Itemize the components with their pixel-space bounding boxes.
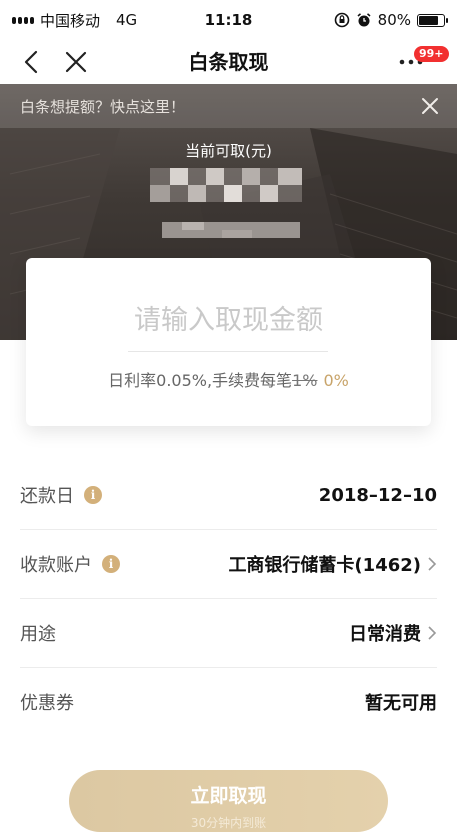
purpose-row[interactable]: 用途 日常消费 (20, 599, 437, 668)
coupon-row: 优惠券 暂无可用 (20, 668, 437, 736)
rate-info: 日利率0.05%,手续费每笔1% 0% (26, 367, 431, 391)
purpose-label: 用途 (20, 624, 56, 645)
rate-prefix: 日利率0.05%,手续费每笔 (108, 371, 293, 390)
info-icon[interactable]: i (102, 555, 120, 573)
purpose-right: 日常消费 (349, 620, 437, 646)
repayment-date-value: 2018–12–10 (318, 484, 437, 506)
receiving-account-label: 收款账户 (20, 555, 92, 576)
purpose-left: 用途 (20, 620, 56, 646)
repayment-date-label: 还款日 (20, 486, 74, 507)
purpose-value: 日常消费 (349, 624, 421, 645)
back-arrow-icon[interactable] (18, 48, 46, 76)
status-right: 80% (334, 11, 448, 29)
signal-icon (12, 16, 34, 24)
network-type: 4G (116, 11, 138, 29)
coupon-left: 优惠券 (20, 689, 74, 715)
nav-bar: 白条取现 99+ (0, 40, 457, 84)
chevron-right-icon (428, 557, 437, 571)
repayment-date-row: 还款日 i 2018–12–10 (20, 461, 437, 530)
receiving-account-left: 收款账户 i (20, 551, 120, 577)
repayment-date-right: 2018–12–10 (319, 485, 437, 506)
chevron-right-icon (428, 626, 437, 640)
battery-percent: 80% (377, 11, 411, 29)
banner-close-icon[interactable] (419, 95, 441, 117)
carrier-name: 中国移动 (40, 11, 101, 30)
available-amount-label: 当前可取(元) (185, 142, 272, 160)
promo-banner[interactable]: 白条想提额？快点这里！ (0, 84, 457, 128)
masked-available-amount (150, 168, 302, 202)
receiving-account-row[interactable]: 收款账户 i 工商银行储蓄卡(1462) (20, 530, 437, 599)
repayment-date-left: 还款日 i (20, 482, 102, 508)
masked-credit-info (162, 222, 300, 238)
amount-input[interactable] (66, 294, 391, 346)
status-left: 中国移动 4G (12, 10, 137, 31)
rotation-lock-icon (334, 12, 349, 28)
info-icon[interactable]: i (84, 486, 102, 504)
promo-banner-text: 白条想提额？快点这里！ (20, 97, 186, 116)
withdraw-now-sublabel: 30分钟内到账 (190, 815, 267, 830)
alarm-icon (357, 13, 371, 27)
close-icon[interactable] (62, 48, 90, 76)
rate-original-fee: 1% (292, 371, 318, 390)
coupon-label: 优惠券 (20, 693, 74, 714)
withdraw-now-button[interactable]: 立即取现 30分钟内到账 (69, 770, 388, 832)
notification-badge: 99+ (414, 46, 449, 62)
withdraw-amount-card: 日利率0.05%,手续费每笔1% 0% (26, 258, 431, 426)
withdraw-now-label: 立即取现 (190, 784, 267, 807)
status-time: 11:18 (204, 11, 253, 29)
receiving-account-right: 工商银行储蓄卡(1462) (228, 551, 437, 577)
more-menu-button[interactable]: 99+ (399, 46, 449, 76)
battery-icon (417, 13, 448, 27)
status-bar: 中国移动 4G 11:18 80% (0, 0, 457, 40)
withdraw-details: 还款日 i 2018–12–10 收款账户 i 工商银行储蓄卡(1462) 用途… (0, 461, 457, 736)
receiving-account-value: 工商银行储蓄卡(1462) (228, 555, 421, 576)
coupon-value: 暂无可用 (365, 693, 437, 714)
rate-discounted-fee: 0% (323, 371, 349, 390)
coupon-right: 暂无可用 (365, 689, 437, 715)
amount-underline (128, 351, 328, 352)
